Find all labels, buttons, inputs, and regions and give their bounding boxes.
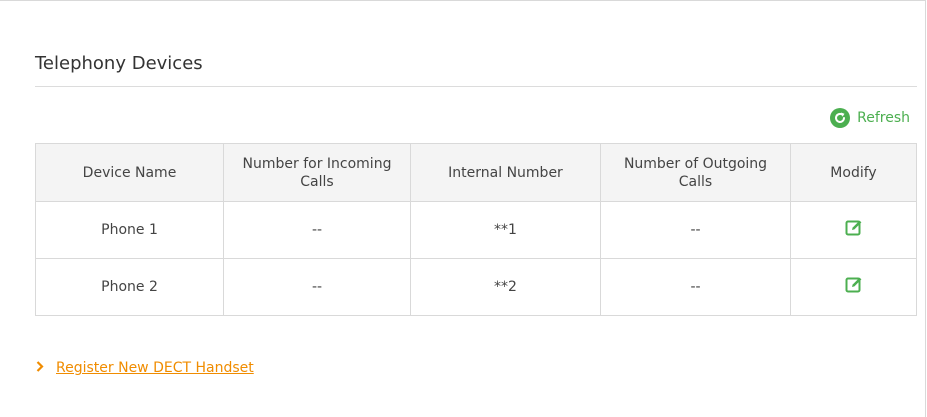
column-header-outgoing: Number of Outgoing Calls — [600, 143, 791, 202]
edit-icon[interactable] — [845, 276, 863, 298]
internal-number-cell: **2 — [410, 258, 601, 316]
refresh-button[interactable]: Refresh — [830, 108, 910, 128]
refresh-icon — [830, 108, 851, 128]
devices-table: Device Name Number for Incoming Calls In… — [35, 143, 917, 316]
device-name-cell: Phone 2 — [35, 258, 224, 316]
table-row: Phone 1 -- **1 -- — [35, 201, 917, 259]
column-header-device-name: Device Name — [35, 143, 224, 202]
device-name-cell: Phone 1 — [35, 201, 224, 259]
register-new-dect-handset-link[interactable]: Register New DECT Handset — [56, 360, 254, 376]
table-header-row: Device Name Number for Incoming Calls In… — [35, 143, 917, 202]
chevron-right-icon — [36, 361, 44, 375]
column-header-incoming: Number for Incoming Calls — [223, 143, 411, 202]
outgoing-cell: -- — [600, 258, 791, 316]
incoming-cell: -- — [223, 201, 411, 259]
column-header-modify: Modify — [790, 143, 917, 202]
section-title: Telephony Devices — [35, 53, 203, 74]
modify-cell — [790, 258, 917, 316]
refresh-label: Refresh — [857, 110, 910, 126]
title-divider — [35, 86, 917, 87]
edit-icon[interactable] — [845, 219, 863, 241]
incoming-cell: -- — [223, 258, 411, 316]
table-row: Phone 2 -- **2 -- — [35, 258, 917, 316]
column-header-internal: Internal Number — [410, 143, 601, 202]
internal-number-cell: **1 — [410, 201, 601, 259]
outgoing-cell: -- — [600, 201, 791, 259]
register-handset-row: Register New DECT Handset — [36, 360, 254, 376]
modify-cell — [790, 201, 917, 259]
